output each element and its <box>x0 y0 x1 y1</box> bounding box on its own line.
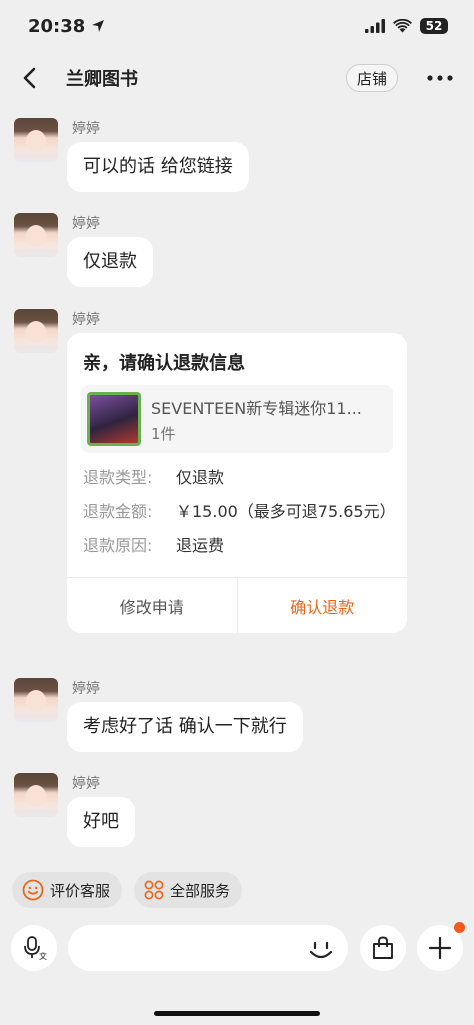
location-arrow-icon <box>92 20 105 32</box>
shop-title[interactable]: 兰卿图书 <box>66 65 346 91</box>
row-label: 退款金额: <box>83 502 153 521</box>
status-time: 20:38 <box>28 16 105 37</box>
row-value: 仅退款 <box>176 468 225 487</box>
sender-name: 婷婷 <box>72 681 100 697</box>
avatar[interactable] <box>14 678 58 722</box>
battery-indicator: 52 <box>420 18 448 34</box>
sender-name: 婷婷 <box>72 121 100 137</box>
sender-name: 婷婷 <box>72 312 100 328</box>
product-bag-button[interactable] <box>360 925 406 971</box>
row-label: 退款类型: <box>83 468 153 487</box>
voice-input-button[interactable]: 文 <box>11 925 57 971</box>
grid-services-icon <box>144 880 164 900</box>
store-button[interactable]: 店铺 <box>345 64 398 92</box>
chevron-left-icon <box>23 67 36 89</box>
sender-name: 婷婷 <box>72 776 100 792</box>
smiley-icon <box>22 879 44 901</box>
product-info: SEVENTEEN新专辑迷你11... 1件 <box>151 395 387 444</box>
message-bubble[interactable]: 仅退款 <box>67 237 153 287</box>
modify-request-button[interactable]: 修改申请 <box>67 578 237 633</box>
more-dots-icon <box>427 75 453 81</box>
row-label: 退款原因: <box>83 536 153 555</box>
more-functions-button[interactable] <box>417 922 465 971</box>
chat-header: 兰卿图书 店铺 <box>0 52 474 104</box>
avatar[interactable] <box>14 118 58 162</box>
emoji-button[interactable] <box>306 934 336 964</box>
message-bubble[interactable]: 好吧 <box>67 797 135 847</box>
card-title: 亲，请确认退款信息 <box>83 353 245 374</box>
refund-details: 退款类型: 仅退款 退款金额: ￥15.00（最多可退75.65元） 退款原因:… <box>67 453 407 571</box>
refund-reason-row: 退款原因: 退运费 <box>83 533 391 559</box>
message-bubble[interactable]: 考虑好了话 确认一下就行 <box>67 702 303 752</box>
back-button[interactable] <box>22 58 50 98</box>
quick-actions: 评价客服 全部服务 <box>12 872 243 908</box>
status-icons: 52 <box>365 18 448 34</box>
input-bar: 文 <box>0 920 474 976</box>
home-indicator <box>154 1011 320 1016</box>
status-bar: 20:38 52 <box>0 0 474 52</box>
message-bubble[interactable]: 可以的话 给您链接 <box>67 142 249 192</box>
notification-dot <box>454 922 465 933</box>
product-name: SEVENTEEN新专辑迷你11... <box>151 398 362 418</box>
sender-name: 婷婷 <box>72 216 100 232</box>
more-button[interactable] <box>420 75 460 81</box>
confirm-refund-button[interactable]: 确认退款 <box>236 578 408 633</box>
time-text: 20:38 <box>28 15 86 37</box>
chip-label: 评价客服 <box>50 881 111 900</box>
svg-text:文: 文 <box>39 951 47 961</box>
plus-icon <box>428 936 452 960</box>
row-value: 退运费 <box>176 536 225 555</box>
card-actions: 修改申请 确认退款 <box>67 577 407 633</box>
avatar[interactable] <box>14 773 58 817</box>
signal-icon <box>365 19 385 33</box>
product-thumbnail <box>87 392 141 446</box>
refund-amount-row: 退款金额: ￥15.00（最多可退75.65元） <box>83 499 396 525</box>
chip-label: 全部服务 <box>170 881 231 900</box>
shopping-bag-icon <box>373 936 393 959</box>
row-value: ￥15.00（最多可退75.65元） <box>176 502 396 521</box>
refund-confirm-card: 亲，请确认退款信息 SEVENTEEN新专辑迷你11... 1件 退款类型: 仅… <box>67 333 407 633</box>
avatar[interactable] <box>14 309 58 353</box>
all-services-chip[interactable]: 全部服务 <box>134 872 243 908</box>
emoji-face-icon <box>309 941 333 959</box>
product-quantity: 1件 <box>151 424 176 443</box>
wifi-icon <box>393 19 412 33</box>
rate-service-chip[interactable]: 评价客服 <box>12 872 123 908</box>
avatar[interactable] <box>14 213 58 257</box>
refund-type-row: 退款类型: 仅退款 <box>83 465 391 491</box>
microphone-translate-icon: 文 <box>24 936 47 961</box>
product-summary[interactable]: SEVENTEEN新专辑迷你11... 1件 <box>81 385 393 453</box>
